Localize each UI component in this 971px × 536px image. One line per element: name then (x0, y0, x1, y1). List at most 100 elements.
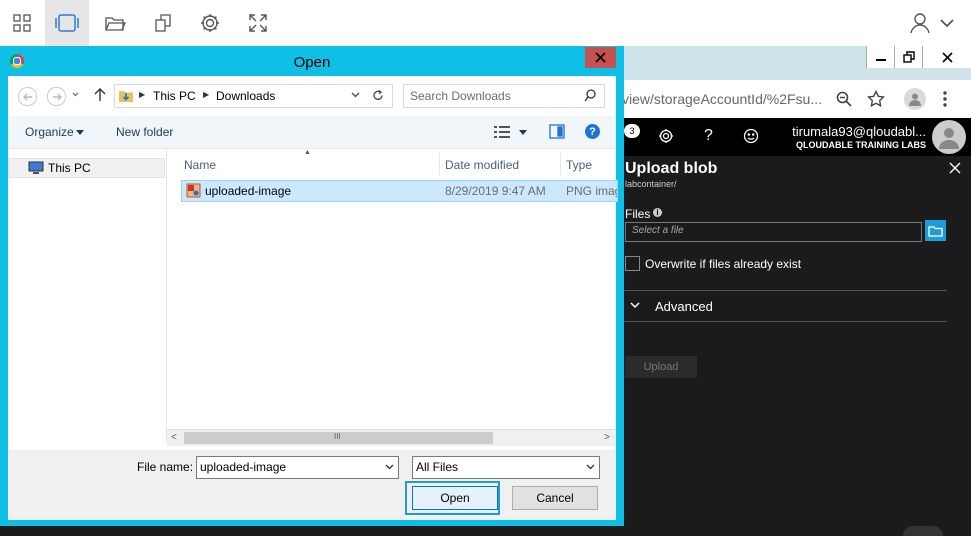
open-file-dialog: Open ▶ This PC ▶ Downloads Search Downlo… (0, 46, 624, 526)
column-header-label: Type (566, 158, 593, 172)
divider (624, 321, 947, 322)
overwrite-checkbox[interactable] (625, 256, 640, 271)
view-options-icon[interactable] (494, 126, 510, 138)
column-header-name[interactable]: Name (167, 153, 440, 175)
file-row[interactable]: uploaded-image 8/29/2019 9:47 AM PNG ima… (181, 180, 618, 202)
minimize-button[interactable] (866, 46, 895, 68)
preview-pane-icon[interactable] (549, 124, 565, 139)
remote-toolbar (0, 0, 971, 47)
fullscreen-button[interactable] (236, 0, 280, 46)
cancel-button[interactable]: Cancel (512, 486, 598, 510)
scroll-to-top-button[interactable] (903, 526, 943, 536)
grid-icon (12, 13, 32, 33)
search-input[interactable]: Search Downloads (403, 84, 605, 108)
forward-arrow-icon[interactable] (47, 87, 66, 106)
help-icon[interactable]: ? (585, 124, 600, 139)
horizontal-scrollbar[interactable]: < III > (167, 429, 616, 446)
zoom-icon[interactable] (836, 91, 852, 107)
breadcrumb-separator-icon: ▶ (203, 90, 210, 99)
close-icon (949, 162, 961, 174)
expand-icon (247, 12, 269, 34)
browser-window: view/storageAccountId/%2Fsu... 3 ? tirum… (616, 46, 971, 536)
file-type: PNG imag (566, 184, 618, 198)
new-folder-button[interactable]: New folder (116, 125, 173, 139)
profile-avatar-icon[interactable] (904, 88, 926, 110)
file-date: 8/29/2019 9:47 AM (445, 184, 546, 198)
user-menu-chevron[interactable] (925, 0, 969, 46)
help-icon[interactable]: ? (704, 127, 713, 145)
column-header-date[interactable]: Date modified (440, 153, 561, 175)
file-name-input[interactable]: uploaded-image (196, 456, 399, 479)
file-select-input[interactable]: Select a file (625, 222, 922, 242)
organize-chevron-icon[interactable] (76, 130, 84, 135)
browser-title-bar (616, 46, 971, 80)
upload-blob-panel: Upload blob labcontainer/ Files i Select… (616, 156, 971, 536)
upload-button[interactable]: Upload (625, 356, 697, 378)
folder-icon (928, 225, 943, 237)
directory-name: QLOUDABLE TRAINING LABS (796, 140, 926, 150)
address-history-chevron-icon[interactable] (351, 92, 360, 98)
open-button[interactable]: Open (412, 486, 498, 510)
open-folder-button[interactable] (93, 0, 137, 46)
chevron-down-icon[interactable] (630, 302, 640, 309)
bookmark-star-icon[interactable] (867, 90, 885, 108)
restore-button[interactable] (894, 46, 923, 68)
chevron-down-icon[interactable] (385, 464, 394, 470)
file-name-label: File name: (137, 460, 194, 474)
file-type-select[interactable]: All Files (412, 456, 600, 479)
dialog-body: ▶ This PC ▶ Downloads Search Downloads O… (8, 76, 618, 520)
info-icon[interactable]: i (653, 208, 662, 217)
breadcrumb-this-pc[interactable]: This PC (153, 89, 196, 103)
split-view-icon (54, 13, 80, 33)
account-avatar[interactable] (932, 120, 966, 154)
chevron-down-icon[interactable] (586, 464, 595, 470)
divider (624, 290, 947, 291)
files-label: Files (625, 207, 651, 221)
settings-button[interactable] (188, 0, 232, 46)
open-button-label: Open (440, 491, 470, 505)
address-breadcrumb[interactable]: ▶ This PC ▶ Downloads (114, 84, 393, 108)
organize-menu[interactable]: Organize (25, 125, 74, 139)
portal-header: 3 ? tirumala93@qloudabl... QLOUDABLE TRA… (616, 118, 971, 156)
feedback-smiley-icon[interactable] (743, 128, 759, 144)
panel-title: Upload blob (625, 160, 718, 177)
nav-item-label: This PC (48, 161, 91, 175)
address-bar: view/storageAccountId/%2Fsu... (616, 80, 971, 119)
address-url[interactable]: view/storageAccountId/%2Fsu... (622, 91, 822, 107)
minimize-icon (876, 59, 886, 61)
settings-icon[interactable] (658, 128, 674, 144)
dialog-footer: File name: uploaded-image All Files Open… (8, 450, 616, 520)
recent-locations-chevron-icon[interactable] (72, 92, 79, 97)
split-view-button[interactable] (45, 0, 89, 46)
dialog-close-button[interactable] (585, 47, 616, 68)
breadcrumb-separator-icon: ▶ (139, 90, 146, 99)
chevron-down-icon (939, 17, 955, 29)
restore-icon (903, 51, 915, 63)
refresh-icon[interactable] (372, 89, 384, 102)
signed-in-user[interactable]: tirumala93@qloudabl... (786, 124, 926, 139)
scroll-right-arrow[interactable]: > (604, 432, 610, 443)
advanced-section-toggle[interactable]: Advanced (655, 299, 713, 314)
browse-files-button[interactable] (925, 220, 946, 241)
view-options-chevron-icon[interactable] (519, 130, 527, 135)
computer-icon (28, 161, 44, 175)
file-name-value: uploaded-image (200, 460, 287, 474)
notification-badge[interactable]: 3 (624, 124, 640, 138)
up-arrow-icon[interactable] (94, 88, 106, 102)
more-options-icon[interactable] (942, 90, 948, 108)
gear-icon (199, 12, 221, 34)
copy-button[interactable] (141, 0, 185, 46)
back-arrow-icon[interactable] (18, 87, 37, 106)
search-icon[interactable] (584, 89, 596, 102)
apps-grid-button[interactable] (0, 0, 44, 46)
panel-close-button[interactable] (949, 162, 961, 174)
cancel-button-label: Cancel (536, 491, 574, 505)
browser-close-button[interactable] (922, 46, 971, 68)
breadcrumb-downloads[interactable]: Downloads (216, 89, 275, 103)
file-select-placeholder: Select a file (632, 225, 684, 236)
container-path: labcontainer/ (625, 179, 677, 189)
scrollbar-thumb[interactable]: III (184, 432, 493, 444)
scroll-left-arrow[interactable]: < (171, 432, 177, 443)
column-header-type[interactable]: Type (561, 153, 616, 175)
nav-item-this-pc[interactable]: This PC (8, 158, 165, 178)
